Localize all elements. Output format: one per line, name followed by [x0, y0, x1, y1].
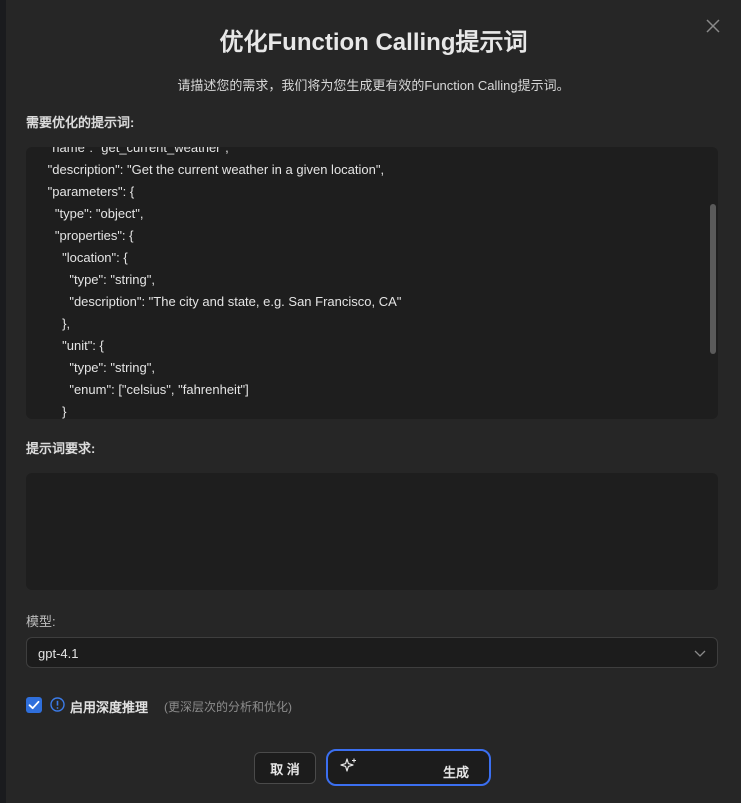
model-select[interactable]: gpt-4.1: [26, 637, 718, 668]
check-icon: [28, 700, 40, 710]
requirements-label: 提示词要求:: [26, 441, 96, 456]
code-line: "description": "The city and state, e.g.…: [26, 294, 402, 309]
code-line: "enum": ["celsius", "fahrenheit"]: [26, 382, 249, 397]
code-line: }: [26, 404, 67, 419]
code-line: "properties": {: [26, 228, 134, 243]
optimize-prompt-dialog: 优化Function Calling提示词 请描述您的需求，我们将为您生成更有效…: [6, 0, 741, 803]
code-line: "location": {: [26, 250, 128, 265]
deep-reasoning-checkbox[interactable]: [26, 697, 42, 713]
code-line: "type": "string",: [26, 360, 155, 375]
deep-reasoning-hint: (更深层次的分析和优化): [164, 700, 292, 714]
editor-scrollbar-thumb[interactable]: [710, 204, 716, 354]
code-line: },: [26, 316, 71, 331]
requirements-input[interactable]: [26, 473, 718, 590]
model-label: 模型:: [26, 614, 56, 629]
chevron-down-icon: [693, 646, 707, 660]
sparkle-icon: [340, 757, 358, 775]
generate-button-label: 生成: [443, 765, 470, 780]
prompt-code[interactable]: "name": "get_current_weather", "descript…: [26, 147, 698, 419]
model-select-value: gpt-4.1: [38, 646, 79, 661]
prompt-label: 需要优化的提示词:: [26, 115, 135, 130]
code-line: "unit": {: [26, 338, 104, 353]
prompt-editor[interactable]: "name": "get_current_weather", "descript…: [26, 147, 718, 419]
cancel-button[interactable]: 取 消: [254, 752, 316, 784]
code-line: "parameters": {: [26, 184, 135, 199]
generate-button[interactable]: 生成: [326, 749, 491, 786]
requirements-field[interactable]: [26, 473, 718, 590]
code-line: "description": "Get the current weather …: [26, 162, 385, 177]
dialog-title: 优化Function Calling提示词: [219, 29, 528, 56]
editor-scrollbar[interactable]: [708, 149, 716, 417]
code-line: "type": "object",: [26, 206, 144, 221]
info-icon[interactable]: [50, 697, 65, 712]
deep-reasoning-label[interactable]: 启用深度推理: [70, 697, 148, 716]
code-line: "name": "get_current_weather",: [26, 147, 229, 155]
dialog-subtitle: 请描述您的需求，我们将为您生成更有效的Function Calling提示词。: [177, 78, 570, 93]
code-line: "type": "string",: [26, 272, 155, 287]
